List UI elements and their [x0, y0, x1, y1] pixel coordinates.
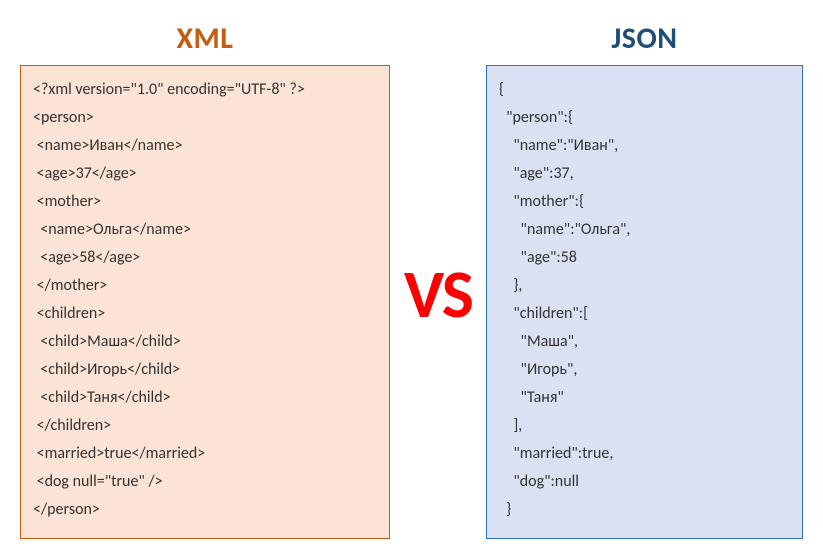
comparison-container: XML <?xml version="1.0" encoding="UTF-8"…: [20, 20, 803, 539]
json-heading: JSON: [611, 20, 677, 57]
xml-code-box: <?xml version="1.0" encoding="UTF-8" ?> …: [20, 65, 390, 539]
vs-label: VS: [400, 253, 476, 336]
xml-column: XML <?xml version="1.0" encoding="UTF-8"…: [20, 20, 390, 539]
json-column: JSON { "person":{ "name":"Иван", "age":3…: [486, 20, 803, 539]
json-code-box: { "person":{ "name":"Иван", "age":37, "m…: [486, 65, 803, 539]
xml-heading: XML: [177, 20, 234, 57]
